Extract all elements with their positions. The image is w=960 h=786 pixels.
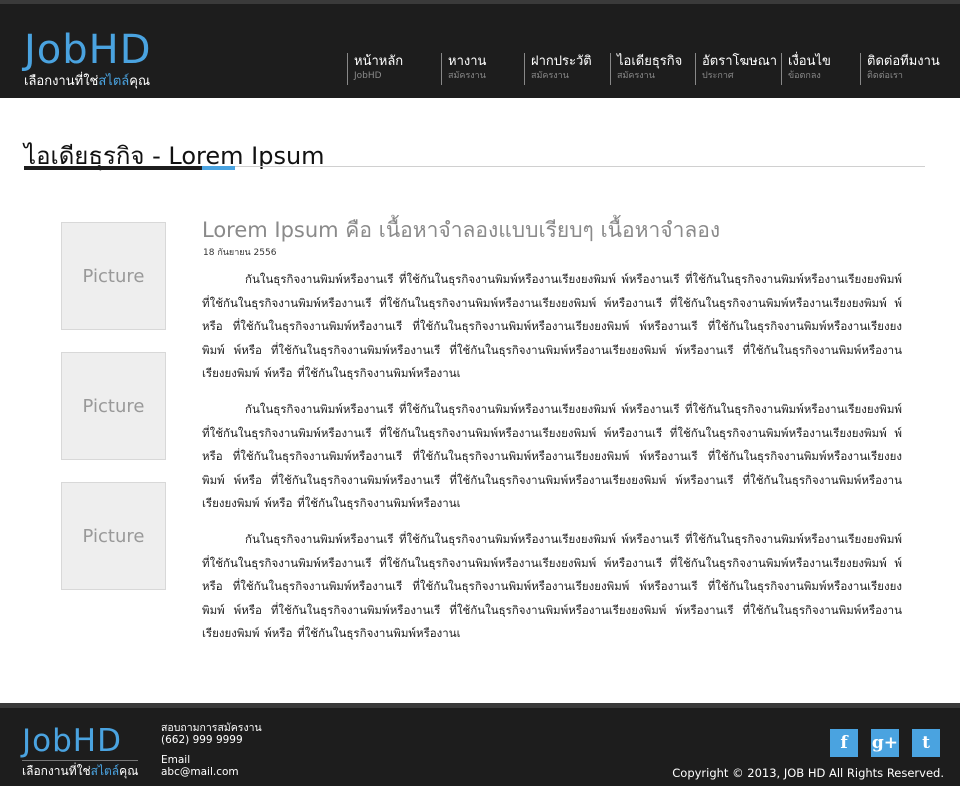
picture-placeholder-2: Picture bbox=[61, 352, 166, 460]
nav-item-contact[interactable]: ติดต่อทีมงาน ติดต่อเรา bbox=[860, 53, 940, 85]
article-title: Lorem Ipsum คือ เนื้อหาจำลองแบบเรียบๆ เน… bbox=[202, 218, 721, 242]
nav-item-find-job[interactable]: หางาน สมัครงาน bbox=[441, 53, 486, 85]
article-paragraph-2: กันในธุรกิจงานพิมพ์หรืองานเรี ที่ใช้กันใ… bbox=[202, 402, 902, 511]
social-links: f g+ t bbox=[830, 729, 940, 757]
article-date: 18 กันยายน 2556 bbox=[203, 248, 277, 258]
picture-placeholder-3: Picture bbox=[61, 482, 166, 590]
article-paragraph-1: กันในธุรกิจงานพิมพ์หรืองานเรี ที่ใช้กันใ… bbox=[202, 272, 902, 381]
copyright-text: Copyright © 2013, JOB HD All Rights Rese… bbox=[672, 766, 944, 780]
logo-wordmark: JobHD bbox=[24, 27, 152, 73]
google-plus-icon[interactable]: g+ bbox=[871, 729, 899, 757]
contact-label: สอบถามการสมัครงาน bbox=[161, 722, 262, 734]
site-footer: JobHD เลือกงานที่ใช่สไตล์คุณ สอบถามการสม… bbox=[0, 703, 960, 786]
facebook-icon[interactable]: f bbox=[830, 729, 858, 757]
contact-email[interactable]: abc@mail.com bbox=[161, 766, 262, 778]
footer-logo-wordmark: JobHD bbox=[22, 723, 122, 759]
nav-item-ad-rates[interactable]: อัตราโฆษณา ประกาศ bbox=[695, 53, 777, 85]
footer-logo-tagline: เลือกงานที่ใช่สไตล์คุณ bbox=[22, 760, 139, 781]
nav-item-terms[interactable]: เงื่อนไข ข้อตกลง bbox=[781, 53, 831, 85]
picture-placeholder-1: Picture bbox=[61, 222, 166, 330]
twitter-icon[interactable]: t bbox=[912, 729, 940, 757]
footer-logo[interactable]: JobHD เลือกงานที่ใช่สไตล์คุณ bbox=[22, 723, 139, 781]
main-nav: หน้าหลัก JobHD หางาน สมัครงาน ฝากประวัติ… bbox=[347, 53, 960, 87]
article-paragraph-3: กันในธุรกิจงานพิมพ์หรืองานเรี ที่ใช้กันใ… bbox=[202, 532, 902, 641]
title-underline-accent bbox=[202, 166, 235, 170]
nav-item-home[interactable]: หน้าหลัก JobHD bbox=[347, 53, 403, 85]
site-logo[interactable]: JobHD เลือกงานที่ใช่สไตล์คุณ bbox=[24, 28, 152, 91]
logo-tagline: เลือกงานที่ใช่สไตล์คุณ bbox=[24, 74, 151, 89]
email-label: Email bbox=[161, 754, 191, 766]
site-header: JobHD เลือกงานที่ใช่สไตล์คุณ หน้าหลัก Jo… bbox=[0, 0, 960, 98]
nav-item-business-ideas[interactable]: ไอเดียธุรกิจ สมัครงาน bbox=[610, 53, 682, 85]
footer-contact: สอบถามการสมัครงาน (662) 999 9999 Email a… bbox=[161, 722, 262, 778]
nav-item-post-resume[interactable]: ฝากประวัติ สมัครงาน bbox=[524, 53, 592, 85]
title-underline-dark bbox=[24, 166, 202, 170]
contact-phone: (662) 999 9999 bbox=[161, 734, 243, 746]
